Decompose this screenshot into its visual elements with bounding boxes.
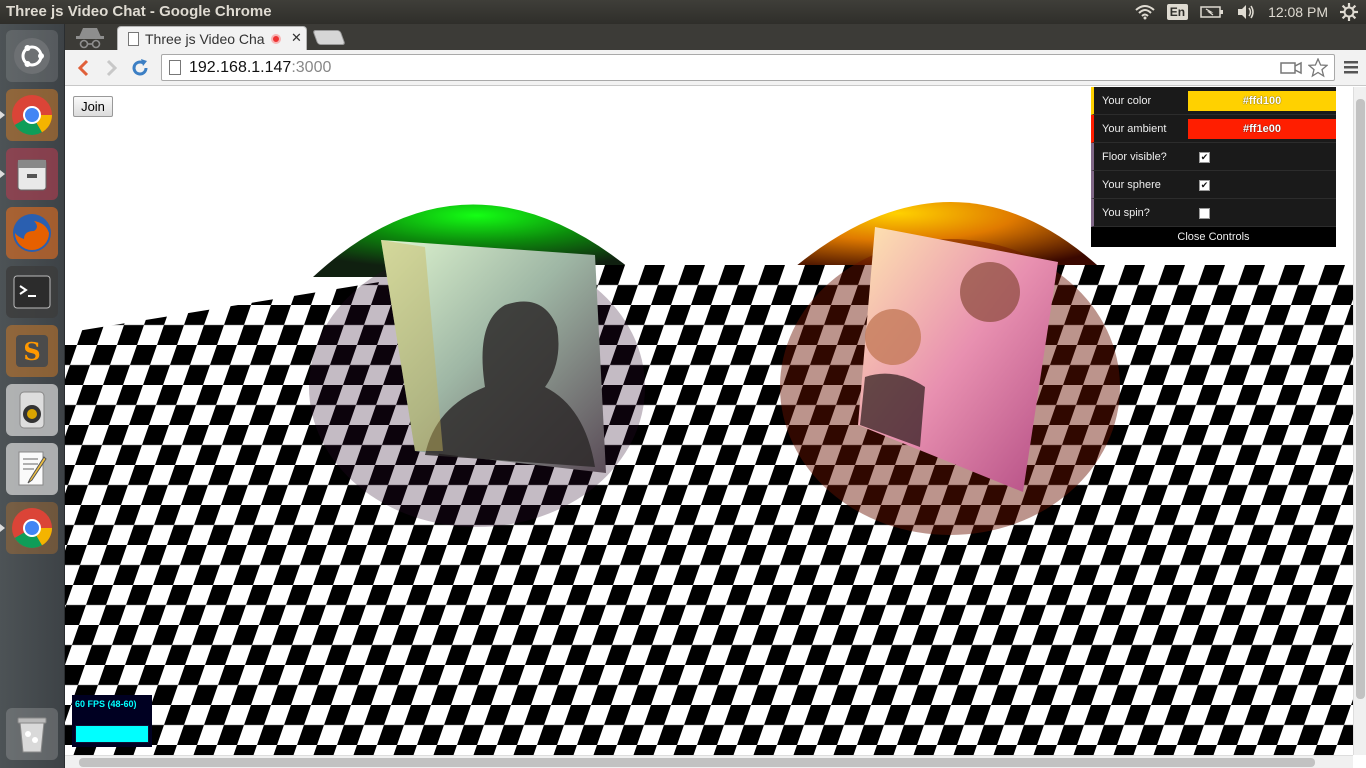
tab-strip: Three js Video Cha ✕ [65,24,1366,50]
page-viewport: Join Your color #ffd100 Your ambient #ff… [65,87,1353,755]
floor-visible-checkbox[interactable]: ✔ [1199,152,1210,163]
address-bar[interactable]: 192.168.1.147:3000 [161,54,1335,81]
your-sphere-row: Your sphere ✔ [1091,171,1336,199]
reload-icon [132,59,148,76]
your-ambient-label: Your ambient [1102,122,1167,135]
controls-panel: Your color #ffd100 Your ambient #ff1e00 … [1091,87,1336,247]
camera-icon[interactable] [1280,60,1302,76]
forward-button[interactable] [100,56,124,80]
vertical-scrollbar[interactable] [1353,87,1366,755]
page-favicon-icon [128,31,139,46]
tab-active[interactable]: Three js Video Cha ✕ [117,26,307,50]
chrome-icon[interactable] [0,89,58,141]
floor-visible-label: Floor visible? [1102,150,1167,163]
battery-icon[interactable] [1200,6,1224,18]
rhythmbox-icon[interactable] [6,384,58,436]
new-tab-button[interactable] [312,30,346,45]
fps-graph [75,725,149,743]
back-button[interactable] [71,56,95,80]
close-icon[interactable]: ✕ [291,31,302,46]
top-panel: Three js Video Chat - Google Chrome En 1… [0,0,1366,24]
url-port: :3000 [291,58,332,76]
your-color-row: Your color #ffd100 [1091,87,1336,115]
your-ambient-input[interactable]: #ff1e00 [1188,119,1336,139]
wifi-icon[interactable] [1135,4,1155,20]
recording-icon [271,33,281,44]
video-plane-left [381,240,606,473]
text-editor-icon[interactable] [6,443,58,495]
forward-icon [106,59,118,77]
terminal-icon[interactable] [6,266,58,318]
vertical-scroll-thumb[interactable] [1356,99,1365,699]
chrome-icon-2[interactable] [0,502,58,554]
your-color-input[interactable]: #ffd100 [1188,91,1336,111]
page-icon [169,60,181,75]
checkered-floor [65,265,1353,755]
tab-title: Three js Video Cha [145,30,265,47]
horizontal-scrollbar[interactable] [65,755,1353,768]
your-color-label: Your color [1102,94,1152,107]
fps-stats[interactable]: 60 FPS (48-60) [72,695,152,747]
ubuntu-dash-icon[interactable] [6,30,58,82]
horizontal-scroll-thumb[interactable] [79,758,1315,767]
clock[interactable]: 12:08 PM [1268,4,1328,20]
sublime-text-icon[interactable]: S [6,325,58,377]
system-tray: En 12:08 PM [1135,0,1358,24]
your-sphere-label: Your sphere [1102,178,1161,191]
back-icon [77,59,89,77]
firefox-icon[interactable] [6,207,58,259]
incognito-icon [76,28,104,49]
floor-visible-row: Floor visible? ✔ [1091,143,1336,171]
gear-icon[interactable] [1340,3,1358,21]
trash-icon[interactable] [6,708,58,760]
browser-window: Three js Video Cha ✕ 192.168.1.147:3000 [65,24,1366,768]
your-sphere-checkbox[interactable]: ✔ [1199,180,1210,191]
bookmark-star-icon[interactable] [1308,58,1328,78]
you-spin-checkbox[interactable] [1199,208,1210,219]
join-button[interactable]: Join [73,96,113,117]
fps-text: 60 FPS (48-60) [75,699,137,709]
window-title: Three js Video Chat - Google Chrome [6,3,272,20]
you-spin-row: You spin? [1091,199,1336,227]
menu-icon[interactable] [1342,58,1360,76]
reload-button[interactable] [128,56,152,80]
svg-text:S: S [23,337,40,366]
close-controls-button[interactable]: Close Controls [1091,227,1336,247]
keyboard-layout-indicator[interactable]: En [1166,4,1189,20]
browser-toolbar: 192.168.1.147:3000 [65,50,1366,86]
your-ambient-row: Your ambient #ff1e00 [1091,115,1336,143]
you-spin-label: You spin? [1102,206,1150,219]
launcher: S [0,24,65,768]
volume-icon[interactable] [1236,4,1256,20]
url-host: 192.168.1.147 [189,58,292,76]
file-manager-icon[interactable] [0,148,58,200]
